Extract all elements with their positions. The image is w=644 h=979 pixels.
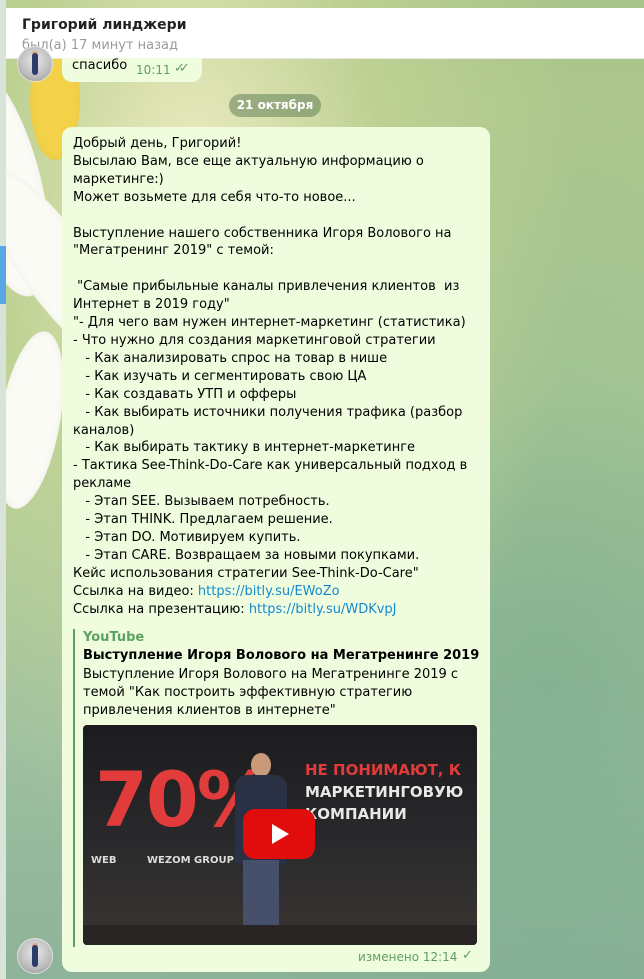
previous-message-bubble[interactable]: спасибо 10:11 ✓✓ <box>62 58 202 82</box>
sent-check-icon: ✓ <box>462 948 473 963</box>
date-divider: 21 октября <box>229 94 321 117</box>
slides-link-label: Ссылка на презентацию: <box>73 601 249 617</box>
video-link-label: Ссылка на видео: <box>73 583 198 599</box>
previous-message-text: спасибо <box>72 58 128 73</box>
chat-header[interactable]: Григорий линджери был(а) 17 минут назад <box>6 8 644 59</box>
play-button-icon[interactable] <box>243 809 315 859</box>
left-panel-tab[interactable] <box>0 246 6 304</box>
video-link[interactable]: https://bitly.su/EWoZo <box>198 584 340 599</box>
avatar[interactable] <box>17 46 53 82</box>
previous-message-time: 10:11 <box>136 63 171 77</box>
slides-link[interactable]: https://bitly.su/WDKvpJ <box>249 602 397 617</box>
avatar[interactable] <box>17 938 53 974</box>
preview-description: Выступление Игоря Волового на Мегатренин… <box>83 667 459 718</box>
left-panel-edge <box>0 0 6 979</box>
thumbnail-line2: МАРКЕТИНГОВУЮ <box>305 783 464 801</box>
thumbnail-line1: НЕ ПОНИМАЮТ, К <box>305 761 461 779</box>
message-bubble[interactable]: Добрый день, Григорий! Высылаю Вам, все … <box>62 127 490 972</box>
message-edited-time: изменено 12:14 <box>358 950 458 964</box>
video-thumbnail[interactable]: 70% НЕ ПОНИМАЮТ, К МАРКЕТИНГОВУЮ КОМПАНИ… <box>83 725 477 945</box>
preview-site-name: YouTube <box>83 630 145 645</box>
speaker-figure <box>251 753 271 777</box>
contact-name[interactable]: Григорий линджери <box>22 17 187 33</box>
preview-title: Выступление Игоря Волового на Мегатренин… <box>83 648 480 663</box>
message-text[interactable]: Добрый день, Григорий! Высылаю Вам, все … <box>73 135 483 618</box>
thumbnail-web-logo: WEB <box>91 855 117 866</box>
message-body: Добрый день, Григорий! Высылаю Вам, все … <box>73 136 468 581</box>
read-ticks-icon: ✓✓ <box>174 61 190 76</box>
thumbnail-wezom-logo: WEZOM GROUP <box>147 855 234 866</box>
link-preview[interactable]: YouTube Выступление Игоря Волового на Ме… <box>73 629 485 947</box>
thumbnail-line3: КОМПАНИИ <box>305 805 407 823</box>
